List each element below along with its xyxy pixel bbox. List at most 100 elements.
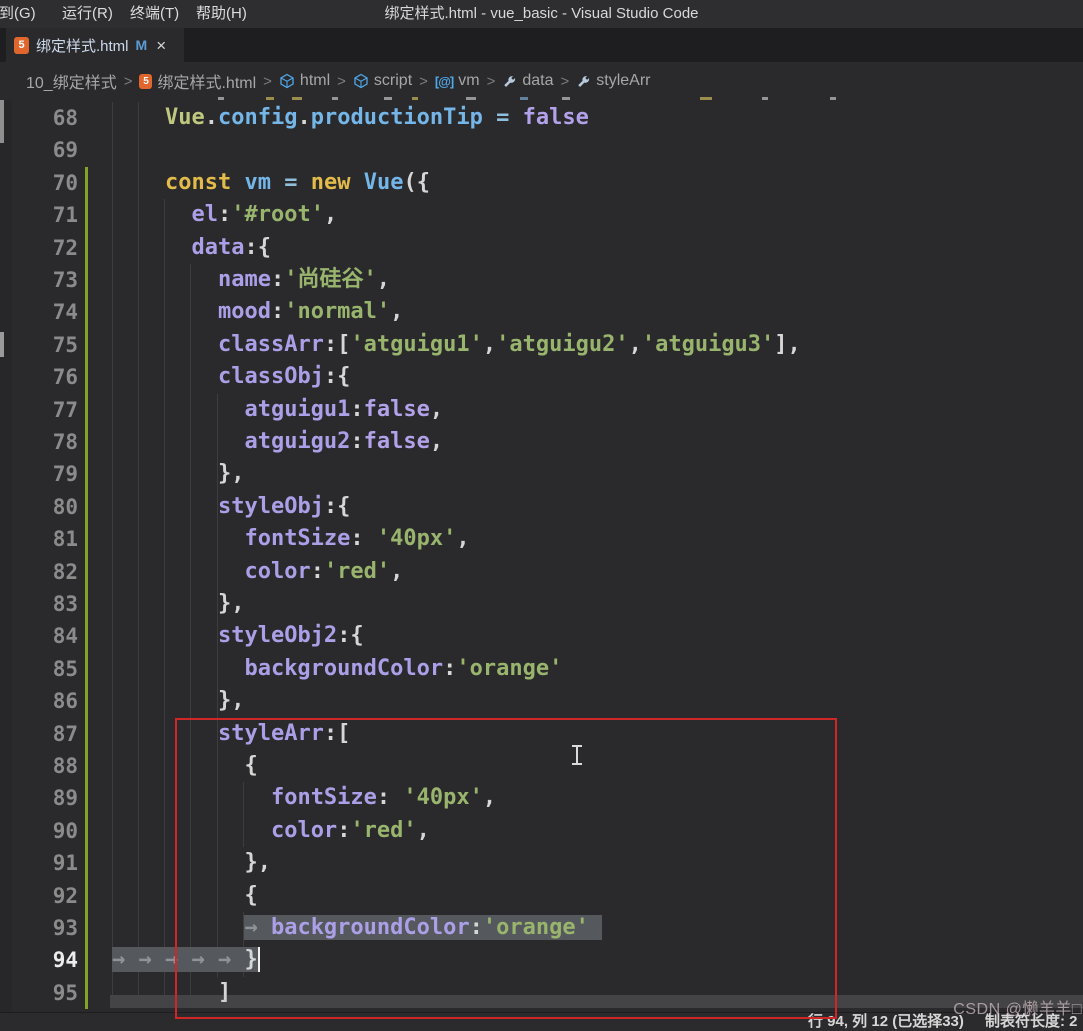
code-line-88[interactable]: 88 {	[0, 750, 1083, 783]
code-line-77[interactable]: 77 atguigu1:false,	[0, 394, 1083, 427]
window-title: 绑定样式.html - vue_basic - Visual Studio Co…	[384, 0, 698, 28]
code-text: atguigu1:false,	[112, 394, 443, 426]
code-text: },	[112, 685, 244, 717]
line-number: 83	[0, 588, 78, 620]
line-number: 93	[0, 912, 78, 944]
line-number: 86	[0, 685, 78, 717]
status-cursor-position[interactable]: 行 94, 列 12 (已选择33)	[808, 1013, 964, 1031]
breadcrumb-label: script	[374, 72, 412, 90]
code-line-68[interactable]: 68 Vue.config.productionTip = false	[0, 102, 1083, 135]
menu-item[interactable]: 帮助(H)	[196, 0, 247, 28]
code-text: fontSize: '40px',	[112, 782, 496, 814]
title-bar: 转到(G) 运行(R) 终端(T) 帮助(H) 绑定样式.html - vue_bas…	[0, 0, 1083, 28]
code-line-84[interactable]: 84 styleObj2:{	[0, 620, 1083, 653]
tab-bar: 5 绑定样式.html M ×	[0, 28, 1083, 62]
code-line-90[interactable]: 90 color:'red',	[0, 815, 1083, 848]
breadcrumb-item-data[interactable]: data	[502, 72, 553, 90]
code-text: → backgroundColor:'orange'	[112, 912, 602, 944]
code-line-94[interactable]: 94 → → → → → }	[0, 944, 1083, 977]
breadcrumb-item-10_-[interactable]: 10_绑定样式	[26, 69, 117, 93]
symbol-property-wrench-icon	[502, 74, 517, 89]
code-text: const vm = new Vue({	[112, 167, 430, 199]
code-line-73[interactable]: 73 name:'尚硅谷',	[0, 264, 1083, 297]
line-number: 81	[0, 523, 78, 555]
breadcrumb-item-vm[interactable]: [@]vm	[435, 72, 480, 90]
breadcrumb-item-html[interactable]: html	[279, 72, 330, 90]
code-line-72[interactable]: 72 data:{	[0, 232, 1083, 265]
code-text: atguigu2:false,	[112, 426, 443, 458]
code-line-69[interactable]: 69	[0, 134, 1083, 167]
html5-file-icon: 5	[139, 74, 152, 89]
code-text: classObj:{	[112, 361, 350, 393]
line-number: 80	[0, 491, 78, 523]
breadcrumb-label: html	[300, 72, 330, 90]
line-number: 88	[0, 750, 78, 782]
line-number: 89	[0, 782, 78, 814]
line-number: 94	[0, 944, 78, 976]
code-line-92[interactable]: 92 {	[0, 880, 1083, 913]
menu-item[interactable]: 转到(G)	[0, 0, 36, 28]
line-number: 74	[0, 296, 78, 328]
line-number: 82	[0, 556, 78, 588]
code-line-83[interactable]: 83 },	[0, 588, 1083, 621]
code-line-79[interactable]: 79 },	[0, 458, 1083, 491]
line-number: 76	[0, 361, 78, 393]
line-number: 85	[0, 653, 78, 685]
symbol-property-wrench-icon	[576, 74, 591, 89]
code-text: color:'red',	[112, 556, 403, 588]
line-number: 70	[0, 167, 78, 199]
line-number: 79	[0, 458, 78, 490]
code-text: mood:'normal',	[112, 296, 403, 328]
code-line-89[interactable]: 89 fontSize: '40px',	[0, 782, 1083, 815]
code-line-93[interactable]: 93 → backgroundColor:'orange'	[0, 912, 1083, 945]
menu-item[interactable]: 终端(T)	[130, 0, 179, 28]
code-line-87[interactable]: 87 styleArr:[	[0, 718, 1083, 751]
breadcrumb-separator: >	[117, 73, 140, 90]
breadcrumb-item-styleArr[interactable]: styleArr	[576, 72, 650, 90]
code-text: Vue.config.productionTip = false	[112, 102, 589, 134]
code-line-81[interactable]: 81 fontSize: '40px',	[0, 523, 1083, 556]
code-line-82[interactable]: 82 color:'red',	[0, 556, 1083, 589]
line-number: 90	[0, 815, 78, 847]
code-text: classArr:['atguigu1','atguigu2','atguigu…	[112, 329, 801, 361]
code-text: el:'#root',	[112, 199, 337, 231]
code-line-86[interactable]: 86 },	[0, 685, 1083, 718]
code-text: name:'尚硅谷',	[112, 264, 390, 296]
breadcrumb-item-script[interactable]: script	[353, 72, 412, 90]
line-number: 75	[0, 329, 78, 361]
code-line-70[interactable]: 70 const vm = new Vue({	[0, 167, 1083, 200]
breadcrumb-separator: >	[480, 73, 503, 90]
code-line-91[interactable]: 91 },	[0, 847, 1083, 880]
cropped-panel-scrollbar-artifact	[0, 332, 4, 357]
line-number: 68	[0, 102, 78, 134]
line-number: 69	[0, 134, 78, 166]
tab-close-icon[interactable]: ×	[156, 37, 166, 54]
line-number: 92	[0, 880, 78, 912]
line-number: 84	[0, 620, 78, 652]
breadcrumb-item--html[interactable]: 5 绑定样式.html	[139, 69, 256, 93]
breadcrumb-label: 绑定样式.html	[157, 69, 256, 93]
line-number: 73	[0, 264, 78, 296]
breadcrumb-separator: >	[256, 73, 279, 90]
code-text: color:'red',	[112, 815, 430, 847]
code-text: },	[112, 588, 244, 620]
code-line-80[interactable]: 80 styleObj:{	[0, 491, 1083, 524]
code-line-76[interactable]: 76 classObj:{	[0, 361, 1083, 394]
code-line-78[interactable]: 78 atguigu2:false,	[0, 426, 1083, 459]
code-text: fontSize: '40px',	[112, 523, 470, 555]
code-line-74[interactable]: 74 mood:'normal',	[0, 296, 1083, 329]
symbol-cube-icon	[353, 73, 369, 89]
line-number: 87	[0, 718, 78, 750]
code-text: → → → → → }	[112, 944, 260, 976]
code-editor[interactable]: 68 Vue.config.productionTip = false6970 …	[0, 100, 1083, 1012]
line-number: 91	[0, 847, 78, 879]
horizontal-scrollbar[interactable]	[110, 995, 1083, 1008]
tab-binding-style-html[interactable]: 5 绑定样式.html M ×	[6, 28, 184, 62]
csdn-watermark: CSDN @懒羊羊□	[953, 995, 1082, 1019]
code-line-75[interactable]: 75 classArr:['atguigu1','atguigu2','atgu…	[0, 329, 1083, 362]
code-line-71[interactable]: 71 el:'#root',	[0, 199, 1083, 232]
code-text: styleObj2:{	[112, 620, 364, 652]
tab-filename: 绑定样式.html	[36, 35, 129, 56]
menu-item[interactable]: 运行(R)	[62, 0, 113, 28]
code-line-85[interactable]: 85 backgroundColor:'orange'	[0, 653, 1083, 686]
